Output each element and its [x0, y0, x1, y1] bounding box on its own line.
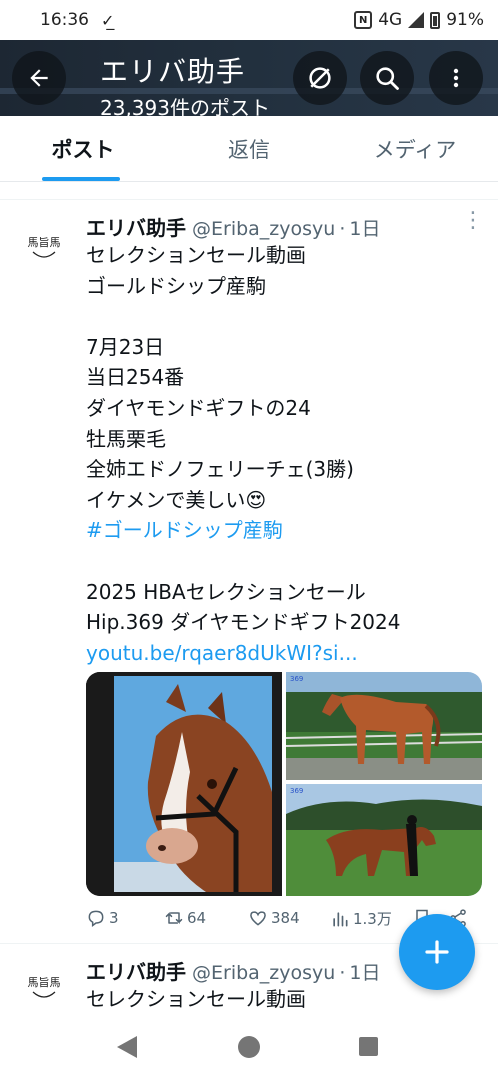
nav-home-icon[interactable] [238, 1036, 260, 1058]
reply-button[interactable]: 3 [86, 908, 119, 928]
repost-icon [165, 912, 183, 924]
author-handle[interactable]: @Eriba_zyosyu [192, 962, 335, 984]
profile-header: エリバ助手 23,393件のポスト [0, 40, 498, 116]
more-vertical-icon [453, 68, 459, 88]
nfc-icon: N [354, 11, 373, 29]
horse-headshot-photo[interactable] [86, 672, 282, 896]
svg-text:馬旨馬: 馬旨馬 [28, 976, 61, 989]
network-type: 4G [378, 10, 403, 30]
author-handle[interactable]: @Eriba_zyosyu [192, 218, 335, 240]
nav-recents-icon[interactable] [359, 1037, 378, 1056]
heart-icon [250, 911, 266, 926]
post-text: セレクションセール動画 ゴールドシップ産駒 7月23日 当日254番 ダイヤモン… [86, 240, 486, 668]
post-line: 2025 HBAセレクションセール [86, 579, 366, 604]
like-button[interactable]: 384 [248, 908, 300, 928]
post-line: 当日254番 [86, 365, 185, 390]
eriba-logo-icon: 馬旨馬 [28, 976, 61, 998]
avatar[interactable]: 馬旨馬 [20, 964, 68, 1012]
compose-post-button[interactable] [399, 914, 475, 990]
system-navigation-bar [0, 1016, 498, 1080]
nav-back-icon[interactable] [117, 1036, 137, 1058]
status-bar: 16:36 ✓̲ N 4G 91% [0, 0, 498, 40]
repost-button[interactable]: 64 [164, 908, 206, 928]
post[interactable]: 馬旨馬 エリバ助手 @Eriba_zyosyu · 1日 ⋮ セレクションセール… [0, 200, 498, 944]
plus-icon [425, 940, 449, 964]
download-done-icon: ✓̲ [101, 10, 115, 30]
tab-active-indicator [42, 177, 120, 181]
battery-icon [430, 11, 441, 29]
back-arrow-icon [30, 69, 48, 87]
hashtag-link[interactable]: #ゴールドシップ産駒 [86, 515, 486, 546]
avatar[interactable]: 馬旨馬 [20, 224, 68, 272]
separator: · [339, 962, 346, 984]
svg-text:馬旨馬: 馬旨馬 [28, 236, 61, 249]
separator: · [339, 218, 346, 240]
status-icons: N 4G 91% [354, 10, 484, 30]
post-line: イケメンで美しい😍 [86, 487, 267, 512]
post-header: エリバ助手 @Eriba_zyosyu · 1日 [86, 956, 380, 985]
views-chart-icon [333, 911, 348, 926]
svg-text:369: 369 [290, 675, 303, 683]
eriba-logo-icon: 馬旨馬 [28, 236, 61, 258]
post-line: 牡馬栗毛 [86, 426, 166, 451]
profile-tabs: ポスト 返信 メディア [0, 116, 498, 182]
previous-post-fragment [0, 182, 498, 200]
search-button[interactable] [360, 51, 414, 105]
reply-icon [88, 910, 104, 927]
more-vertical-icon: ⋮ [462, 208, 484, 233]
author-name[interactable]: エリバ助手 [86, 212, 186, 241]
post-line: ゴールドシップ産駒 [86, 273, 266, 298]
more-button[interactable] [429, 51, 483, 105]
signal-icon [408, 12, 425, 28]
tab-posts[interactable]: ポスト [0, 116, 166, 181]
reply-count: 3 [109, 909, 119, 927]
repost-count: 64 [187, 909, 207, 927]
post-header: エリバ助手 @Eriba_zyosyu · 1日 [86, 212, 380, 241]
post-line: ダイヤモンドギフトの24 [86, 395, 311, 420]
post-line: 全姉エドノフェリーチェ(3勝) [86, 457, 354, 482]
header-post-count: 23,393件のポスト [100, 96, 270, 116]
views-count: 1.3万 [353, 910, 392, 928]
tab-media[interactable]: メディア [332, 116, 498, 181]
tab-posts-label: ポスト [51, 137, 115, 162]
status-time: 16:36 [40, 10, 89, 30]
post-menu-button[interactable]: ⋮ [462, 210, 484, 240]
views-button[interactable]: 1.3万 [330, 908, 392, 929]
back-button[interactable] [12, 51, 66, 105]
horse-standing-photo[interactable]: 369 [285, 672, 482, 780]
post-time[interactable]: 1日 [349, 958, 380, 985]
post-line: Hip.369 ダイヤモンドギフト2024 [86, 610, 401, 635]
search-icon [376, 67, 399, 90]
search-off-icon [309, 67, 331, 89]
header-title: エリバ助手 [100, 55, 246, 88]
tab-replies[interactable]: 返信 [166, 116, 332, 181]
like-count: 384 [271, 909, 300, 927]
tab-replies-label: 返信 [228, 137, 270, 162]
post-line: セレクションセール動画 [86, 243, 306, 267]
post-media-grid: 369 369 [86, 672, 482, 896]
author-name[interactable]: エリバ助手 [86, 956, 186, 985]
tab-media-label: メディア [373, 137, 457, 162]
battery-percent: 91% [446, 10, 484, 30]
grok-button[interactable] [293, 51, 347, 105]
horse-walking-photo[interactable]: 369 [286, 784, 482, 896]
svg-text:369: 369 [290, 787, 303, 795]
youtube-link[interactable]: youtu.be/rqaer8dUkWI?si... [86, 638, 486, 669]
post-line: 7月23日 [86, 334, 165, 359]
post-time[interactable]: 1日 [349, 214, 380, 241]
